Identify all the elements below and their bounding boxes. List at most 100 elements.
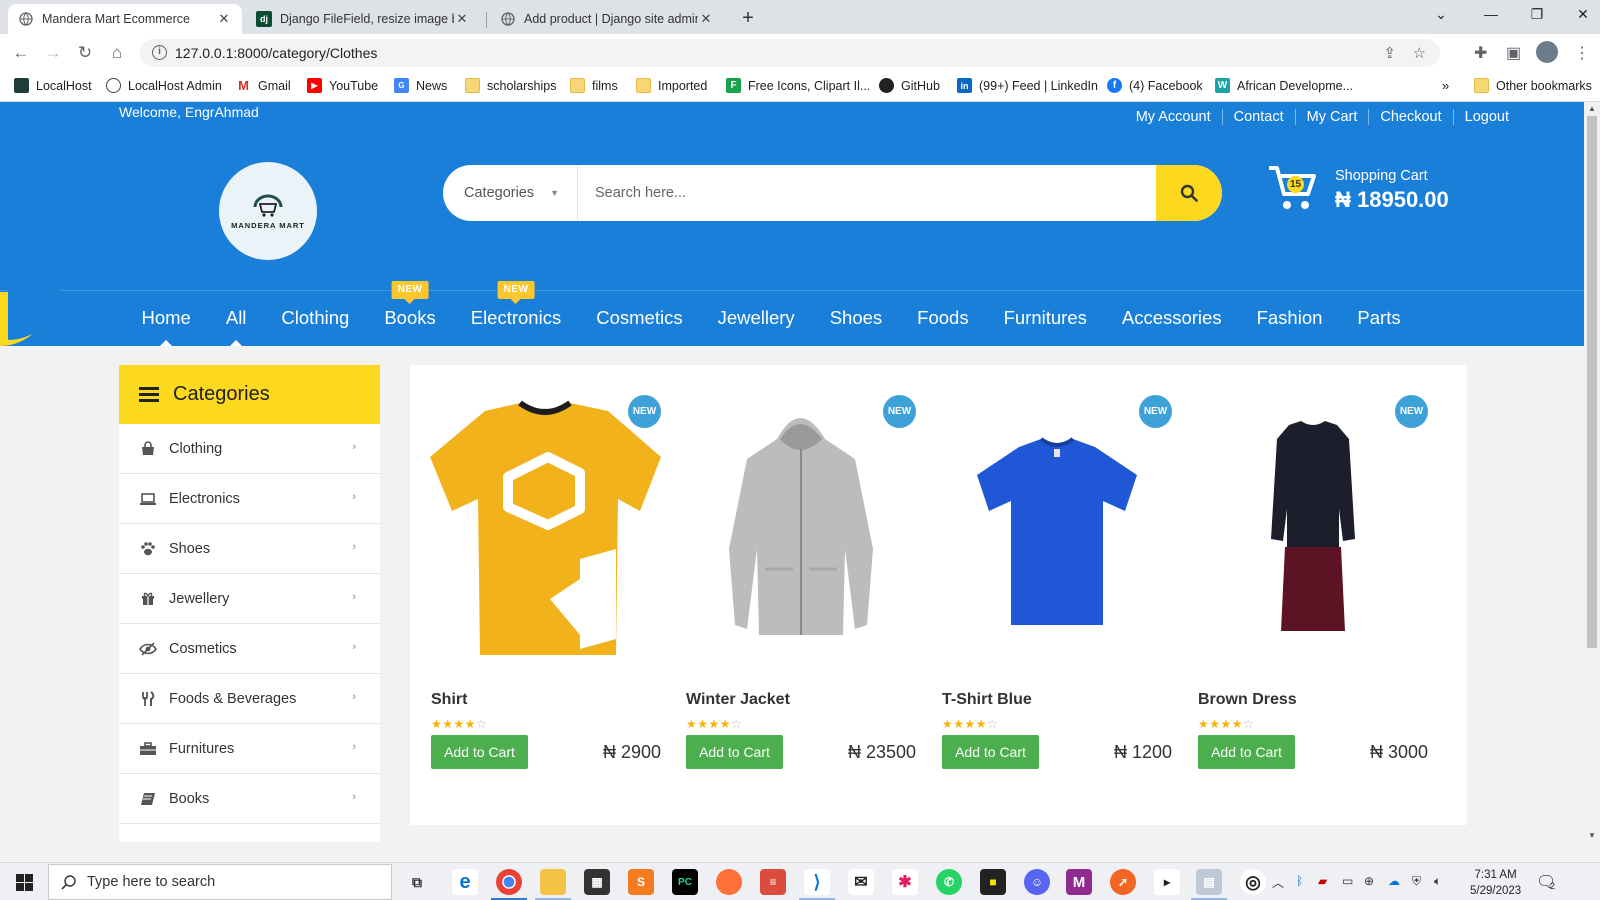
product-name[interactable]: Winter Jacket bbox=[686, 691, 790, 709]
bluetooth-icon[interactable]: ᛒ bbox=[1296, 874, 1303, 888]
add-to-cart-button[interactable]: Add to Cart bbox=[1198, 735, 1295, 769]
bookmark-scholarships[interactable]: scholarships bbox=[465, 78, 556, 93]
task-view-icon[interactable]: ⧉ bbox=[404, 869, 430, 895]
home-icon[interactable]: ⌂ bbox=[106, 43, 128, 65]
bookmark-localhost-admin[interactable]: LocalHost Admin bbox=[106, 78, 222, 93]
page-scrollbar[interactable]: ▲ ▼ bbox=[1584, 102, 1600, 842]
windows-start-icon[interactable] bbox=[16, 874, 33, 896]
my-account-link[interactable]: My Account bbox=[1125, 109, 1222, 125]
vscode-icon[interactable]: ⟩ bbox=[804, 869, 830, 895]
nav-all[interactable]: All bbox=[208, 292, 264, 346]
nav-clothing[interactable]: Clothing bbox=[264, 292, 367, 346]
sidebar-item-books[interactable]: Books › bbox=[119, 774, 380, 824]
sublime-icon[interactable]: S bbox=[628, 869, 654, 895]
sidebar-header[interactable]: Categories bbox=[119, 365, 380, 424]
pycharm-icon[interactable]: PC bbox=[672, 869, 698, 895]
pointer-app-icon[interactable]: ▸ bbox=[1154, 869, 1180, 895]
scroll-down-icon[interactable]: ▼ bbox=[1588, 831, 1596, 840]
nav-foods[interactable]: Foods bbox=[900, 292, 986, 346]
share-icon[interactable]: ⇪ bbox=[1383, 44, 1396, 62]
todoist-icon[interactable]: ≡ bbox=[760, 869, 786, 895]
product-image-blue-tshirt[interactable] bbox=[941, 395, 1172, 663]
nav-parts[interactable]: Parts bbox=[1340, 292, 1418, 346]
minimize-button[interactable]: — bbox=[1476, 6, 1506, 22]
slack-icon[interactable]: ✱ bbox=[892, 869, 918, 895]
sidebar-item-shoes[interactable]: Shoes › bbox=[119, 524, 380, 574]
bookmark-youtube[interactable]: ▶ YouTube bbox=[307, 78, 378, 93]
browser-menu-icon[interactable]: ⋮ bbox=[1574, 43, 1590, 63]
sidebar-item-electronics[interactable]: Electronics › bbox=[119, 474, 380, 524]
bookmark-gmail[interactable]: M Gmail bbox=[236, 78, 291, 93]
nav-home[interactable]: Home bbox=[124, 292, 208, 346]
tab-add-product[interactable]: Add product | Django site admin ✕ bbox=[490, 4, 724, 34]
extensions-puzzle-icon[interactable]: ✚ bbox=[1474, 43, 1487, 63]
bookmark-imported[interactable]: Imported bbox=[636, 78, 707, 93]
url-bar[interactable]: i 127.0.0.1:8000/category/Clothes ⇪ ☆ bbox=[140, 39, 1440, 67]
site-info-icon[interactable]: i bbox=[152, 45, 167, 60]
profile-avatar[interactable] bbox=[1536, 41, 1558, 63]
bookmark-star-icon[interactable]: ☆ bbox=[1413, 44, 1426, 62]
product-image-yellow-tshirt[interactable] bbox=[430, 395, 661, 663]
antivirus-icon[interactable]: ▰ bbox=[1318, 874, 1327, 888]
nav-furnitures[interactable]: Furnitures bbox=[986, 292, 1104, 346]
bookmark-linkedin[interactable]: in (99+) Feed | LinkedIn bbox=[957, 78, 1098, 93]
nav-shoes[interactable]: Shoes bbox=[812, 292, 899, 346]
product-image-grey-hoodie[interactable] bbox=[685, 395, 916, 663]
cart-widget[interactable]: 15 Shopping Cart ₦ 18950.00 bbox=[1267, 164, 1449, 217]
contact-link[interactable]: Contact bbox=[1221, 109, 1295, 125]
product-name[interactable]: T-Shirt Blue bbox=[942, 691, 1032, 709]
sidebar-item-furnitures[interactable]: Furnitures › bbox=[119, 724, 380, 774]
bookmark-films[interactable]: films bbox=[570, 78, 618, 93]
search-input[interactable] bbox=[579, 165, 1149, 221]
add-to-cart-button[interactable]: Add to Cart bbox=[686, 735, 783, 769]
forward-arrow-icon[interactable]: → bbox=[42, 43, 64, 65]
discord-icon[interactable]: ☺ bbox=[1024, 869, 1050, 895]
tray-chevron-icon[interactable]: ︿ bbox=[1272, 874, 1284, 891]
nav-jewellery[interactable]: Jewellery bbox=[700, 292, 812, 346]
edge-icon[interactable]: e bbox=[452, 869, 478, 895]
search-category-select[interactable]: Categories ▼ bbox=[443, 165, 578, 221]
side-panel-icon[interactable]: ▣ bbox=[1506, 43, 1521, 63]
add-to-cart-button[interactable]: Add to Cart bbox=[942, 735, 1039, 769]
bookmark-facebook[interactable]: f (4) Facebook bbox=[1107, 78, 1203, 93]
sidebar-item-foods-beverages[interactable]: Foods & Beverages › bbox=[119, 674, 380, 724]
obs-icon[interactable]: ◎ bbox=[1240, 869, 1266, 895]
photos-icon[interactable]: ▤ bbox=[1196, 869, 1222, 895]
tab-django-filefield[interactable]: dj Django FileField, resize image be ✕ bbox=[246, 4, 480, 34]
url-text[interactable]: 127.0.0.1:8000/category/Clothes bbox=[175, 45, 377, 61]
close-icon[interactable]: ✕ bbox=[216, 11, 232, 27]
search-button[interactable] bbox=[1156, 165, 1222, 221]
security-shield-icon[interactable]: ⛨ bbox=[1412, 874, 1421, 889]
product-name[interactable]: Shirt bbox=[431, 691, 467, 709]
taskbar-search[interactable]: Type here to search bbox=[48, 864, 392, 900]
postman-icon[interactable]: ➚ bbox=[1110, 869, 1136, 895]
system-clock[interactable]: 7:31 AM 5/29/2023 bbox=[1470, 867, 1521, 899]
reload-icon[interactable]: ↻ bbox=[74, 43, 96, 65]
close-icon[interactable]: ✕ bbox=[698, 11, 714, 27]
bookmarks-overflow-button[interactable]: » bbox=[1442, 78, 1449, 93]
add-to-cart-button[interactable]: Add to Cart bbox=[431, 735, 528, 769]
network-globe-icon[interactable]: ⊕ bbox=[1364, 874, 1374, 888]
volume-icon[interactable]: 🔈︎ bbox=[1434, 874, 1441, 889]
mail-icon[interactable]: ✉ bbox=[848, 869, 874, 895]
scrollbar-thumb[interactable] bbox=[1587, 116, 1597, 648]
site-logo[interactable]: MANDERA MART bbox=[219, 162, 317, 260]
close-icon[interactable]: ✕ bbox=[454, 11, 470, 27]
sticky-notes-icon[interactable]: ■ bbox=[980, 869, 1006, 895]
nav-electronics[interactable]: NEW Electronics bbox=[453, 281, 578, 346]
store-icon[interactable]: ▦ bbox=[584, 869, 610, 895]
firefox-icon[interactable] bbox=[716, 869, 742, 895]
sidebar-item-cosmetics[interactable]: Cosmetics › bbox=[119, 624, 380, 674]
nav-cosmetics[interactable]: Cosmetics bbox=[579, 292, 700, 346]
logout-link[interactable]: Logout bbox=[1452, 109, 1520, 125]
nav-fashion[interactable]: Fashion bbox=[1239, 292, 1340, 346]
checkout-link[interactable]: Checkout bbox=[1368, 109, 1452, 125]
new-tab-button[interactable]: + bbox=[736, 7, 760, 31]
chrome-icon[interactable] bbox=[496, 869, 522, 895]
onedrive-icon[interactable]: ☁ bbox=[1388, 874, 1400, 888]
nav-books[interactable]: NEW Books bbox=[367, 281, 453, 346]
my-cart-link[interactable]: My Cart bbox=[1294, 109, 1369, 125]
close-window-button[interactable]: ✕ bbox=[1568, 6, 1598, 23]
product-name[interactable]: Brown Dress bbox=[1198, 691, 1297, 709]
maple-icon[interactable]: M bbox=[1066, 869, 1092, 895]
